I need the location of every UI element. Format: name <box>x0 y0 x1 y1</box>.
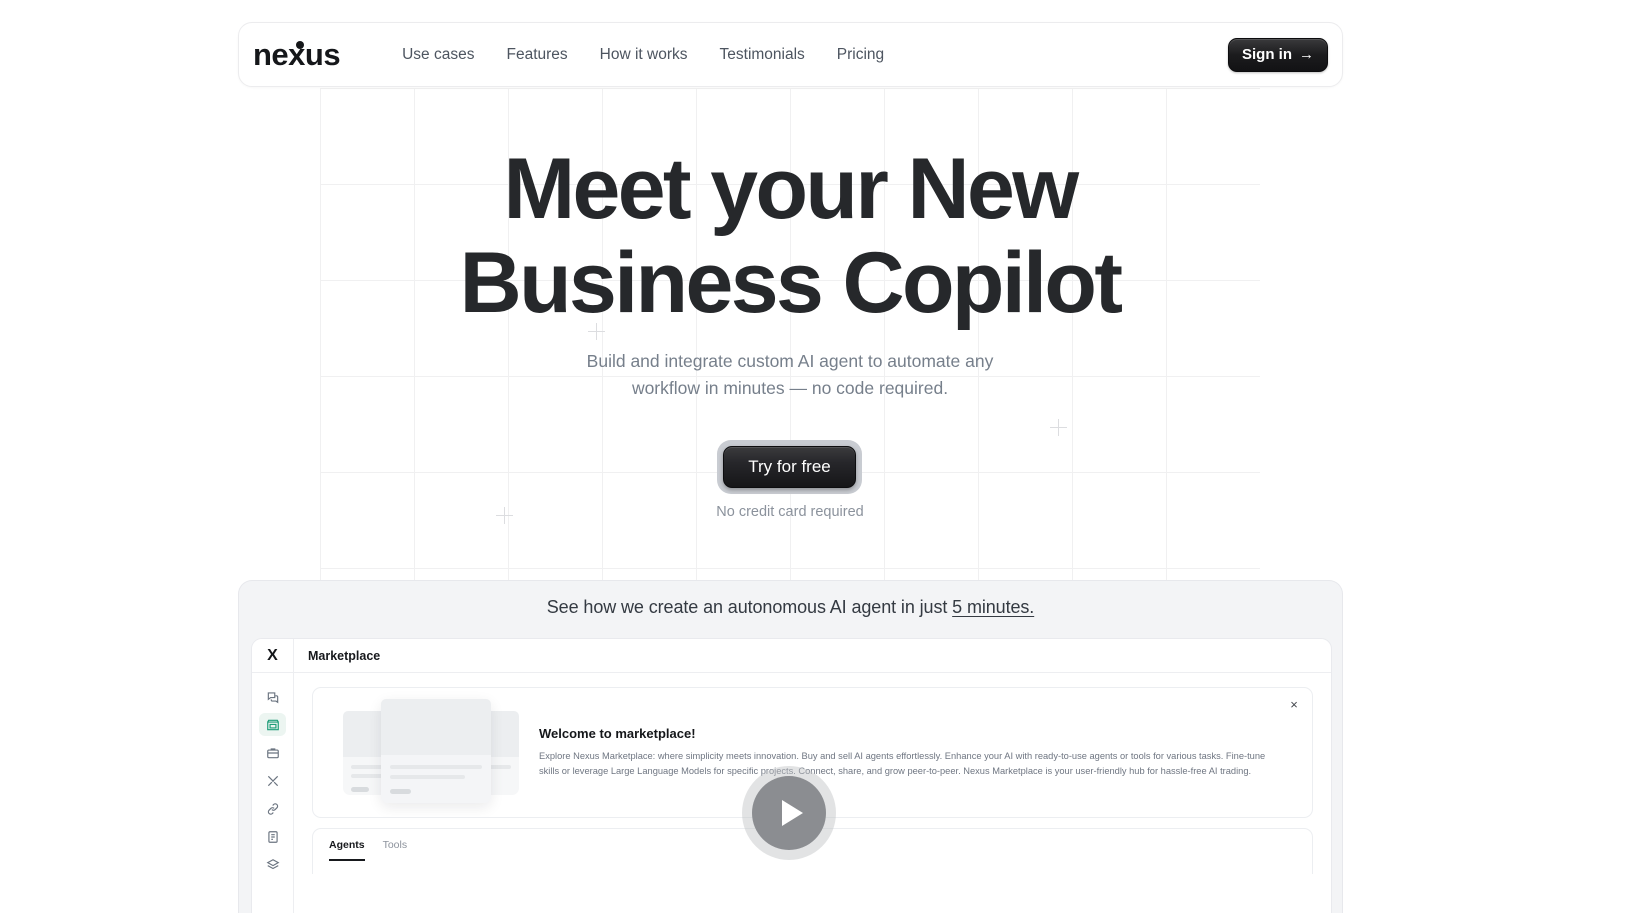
welcome-body: Explore Nexus Marketplace: where simplic… <box>539 751 1266 776</box>
document-icon <box>267 830 278 843</box>
cta-button-halo: Try for free <box>717 440 862 494</box>
demo-heading: See how we create an autonomous AI agent… <box>239 581 1342 618</box>
nav-item-use-cases[interactable]: Use cases <box>402 46 474 64</box>
primary-nav-links: Use cases Features How it works Testimon… <box>402 46 884 64</box>
sidebar-item-marketplace[interactable] <box>259 713 286 736</box>
tab-tools[interactable]: Tools <box>383 839 408 861</box>
try-for-free-button[interactable]: Try for free <box>723 446 856 488</box>
welcome-illustration <box>343 697 519 809</box>
link-icon <box>267 802 278 815</box>
sidebar-item-workspace[interactable] <box>259 741 286 764</box>
top-navigation-bar: nexus Use cases Features How it works Te… <box>238 22 1343 87</box>
cta-subtext: No credit card required <box>716 504 864 520</box>
hero-title-line-1: Meet your New <box>503 141 1079 237</box>
nav-item-how-it-works[interactable]: How it works <box>600 46 688 64</box>
chat-icon <box>267 691 278 703</box>
hero-subtitle-line-1: Build and integrate custom AI agent to a… <box>586 351 994 371</box>
demo-heading-link[interactable]: 5 minutes. <box>952 597 1034 617</box>
welcome-text: Welcome to marketplace! Explore Nexus Ma… <box>519 726 1286 779</box>
sidebar-item-tools[interactable] <box>259 769 286 792</box>
video-play-button[interactable] <box>742 766 836 860</box>
tab-agents[interactable]: Agents <box>329 839 365 861</box>
app-sidebar: X <box>252 639 294 913</box>
hero-subtitle-line-2: workflow in minutes — no code required. <box>631 378 949 398</box>
demo-video-section: See how we create an autonomous AI agent… <box>238 580 1343 913</box>
sign-in-button[interactable]: Sign in → <box>1228 37 1328 72</box>
sidebar-item-documents[interactable] <box>259 825 286 848</box>
play-button-inner <box>752 776 826 850</box>
page-title: Meet your New Business Copilot <box>0 142 1580 330</box>
briefcase-icon <box>266 747 279 758</box>
grid-plus-marker <box>1050 419 1067 436</box>
app-logo[interactable]: X <box>252 639 293 673</box>
arrow-right-icon: → <box>1299 46 1314 63</box>
tools-icon <box>267 775 278 786</box>
sidebar-item-integrations[interactable] <box>259 797 286 820</box>
nav-item-pricing[interactable]: Pricing <box>837 46 884 64</box>
play-triangle-icon <box>781 800 803 826</box>
marketplace-icon <box>266 719 279 730</box>
nav-item-features[interactable]: Features <box>506 46 567 64</box>
nav-item-testimonials[interactable]: Testimonials <box>720 46 805 64</box>
illustration-card-center <box>381 698 491 803</box>
sidebar-item-layers[interactable] <box>259 853 286 876</box>
hero-title-line-2: Business Copilot <box>459 235 1123 331</box>
hero-subtitle: Build and integrate custom AI agent to a… <box>0 348 1580 402</box>
demo-heading-text: See how we create an autonomous AI agent… <box>546 597 953 617</box>
sidebar-item-chat[interactable] <box>259 685 286 708</box>
close-icon[interactable]: × <box>1286 696 1302 712</box>
layers-icon <box>266 858 279 869</box>
logo-dot-icon <box>296 40 304 49</box>
welcome-title: Welcome to marketplace! <box>539 726 696 741</box>
brand-logo[interactable]: nexus <box>253 37 341 73</box>
app-sidebar-icons <box>259 673 286 876</box>
app-page-title: Marketplace <box>294 639 1331 673</box>
sign-in-label: Sign in <box>1242 46 1292 63</box>
